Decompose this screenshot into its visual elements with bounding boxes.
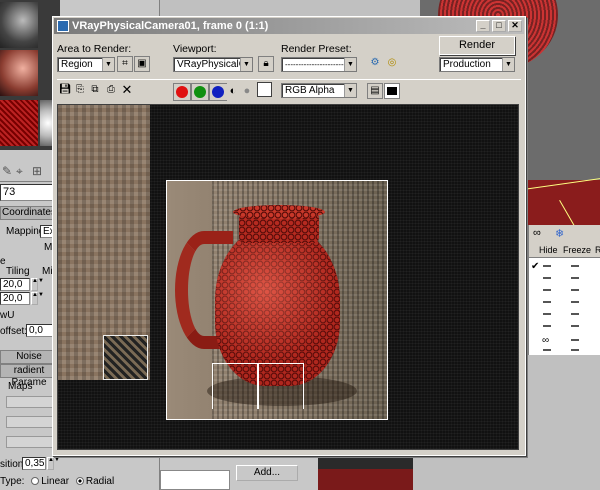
lock-icon[interactable]: 🔒︎: [258, 56, 274, 72]
chevron-down-icon: ▼: [102, 58, 114, 71]
chevron-down-icon: ▼: [240, 58, 252, 71]
mirror-label: Mi: [42, 266, 53, 277]
object-list[interactable]: [160, 470, 230, 490]
type-linear-label: Linear: [41, 476, 70, 487]
save-image-icon[interactable]: 💾︎: [57, 83, 73, 99]
map-slot-2[interactable]: [6, 416, 54, 428]
window-title: VRayPhysicalCamera01, frame 0 (1:1): [72, 20, 269, 32]
noise-rollout[interactable]: Noise: [0, 350, 58, 364]
print-image-icon[interactable]: ⎙: [103, 83, 119, 99]
map-slot-3[interactable]: [6, 436, 54, 448]
production-select[interactable]: Production ▼: [439, 57, 515, 72]
monochrome-icon[interactable]: ●: [239, 84, 255, 100]
vase-lip: [233, 205, 325, 219]
type-label: Type:: [0, 476, 25, 487]
red-channel-button[interactable]: [173, 83, 191, 101]
color-swatch[interactable]: [257, 82, 272, 97]
auto-region-icon[interactable]: ▣: [134, 56, 150, 72]
close-button[interactable]: ✕: [508, 20, 522, 32]
col-hide[interactable]: Hide: [539, 245, 558, 255]
material-slot-3[interactable]: [0, 100, 38, 146]
select-icon[interactable]: ⊞: [32, 164, 42, 178]
offset-label: offset:: [0, 326, 28, 337]
bucket-marker: [103, 335, 148, 380]
tiling-label: Tiling: [6, 266, 30, 277]
material-toolbar: ✎ ⌖ ⊞: [0, 160, 60, 182]
chevron-down-icon: ▼: [502, 58, 514, 71]
col-r[interactable]: R: [595, 245, 600, 255]
clone-frame-icon[interactable]: ⧉: [87, 83, 103, 99]
viewport-label: Viewport:: [173, 43, 217, 55]
maximize-button[interactable]: □: [492, 20, 506, 32]
toggle-ui-icon[interactable]: [384, 83, 400, 99]
render-button[interactable]: Render: [439, 36, 515, 55]
render-preset-label: Render Preset:: [281, 43, 352, 55]
green-channel-button[interactable]: [191, 83, 209, 101]
tiling-u-spinner[interactable]: ▲▼: [31, 278, 44, 291]
freeze-icon[interactable]: ❄: [555, 227, 564, 240]
material-slot-2[interactable]: [0, 50, 38, 96]
layer-columns-header: Hide Freeze R: [529, 243, 600, 258]
infinity-icon[interactable]: ∞: [533, 227, 541, 239]
check-icon[interactable]: ✔: [531, 261, 539, 272]
link-icon[interactable]: ∞: [542, 335, 549, 346]
material-slots: [0, 0, 60, 150]
render-region-image: [166, 180, 388, 420]
material-name-field[interactable]: 73: [0, 184, 54, 201]
layer-manager: ∞ ❄ Hide Freeze R ✔ ∞: [528, 225, 600, 355]
clear-icon[interactable]: ✕: [119, 83, 135, 99]
bucket-marker: [258, 363, 304, 409]
type-radial-radio[interactable]: [75, 477, 84, 485]
title-bar[interactable]: VRayPhysicalCamera01, frame 0 (1:1) _ □ …: [54, 18, 524, 34]
tiling-v-spinner[interactable]: ▲▼: [31, 292, 44, 305]
area-to-render-select[interactable]: Region ▼: [57, 57, 115, 72]
display-alpha-icon[interactable]: ▤: [367, 83, 383, 99]
render-frame-window: VRayPhysicalCamera01, frame 0 (1:1) _ □ …: [52, 16, 526, 456]
bottom-viewport[interactable]: [318, 455, 413, 490]
pick-icon[interactable]: ⌖: [16, 164, 23, 179]
type-radial-label: Radial: [85, 476, 115, 487]
col-freeze[interactable]: Freeze: [563, 245, 591, 255]
map-slot-1[interactable]: [6, 396, 54, 408]
wu-label: wU: [0, 310, 15, 321]
material-slot-1[interactable]: [0, 2, 38, 48]
tool-icon[interactable]: ✎: [2, 164, 12, 178]
type-row: Type: Linear Radial: [0, 476, 114, 487]
type-linear-radio[interactable]: [31, 477, 40, 485]
e-label: e: [0, 256, 6, 267]
render-setup-icon[interactable]: ⚙: [367, 56, 383, 72]
window-app-icon: [57, 20, 69, 32]
environment-icon[interactable]: ◎: [384, 56, 400, 72]
chevron-down-icon: ▼: [344, 84, 356, 97]
vase-body: [215, 226, 340, 386]
gradient-params-rollout[interactable]: radient Parame: [0, 364, 58, 388]
layer-toolbar: ∞ ❄: [529, 225, 600, 243]
area-to-render-label: Area to Render:: [57, 43, 132, 55]
add-button[interactable]: Add...: [236, 465, 298, 481]
position-input[interactable]: 0,35: [22, 457, 46, 470]
minimize-button[interactable]: _: [476, 20, 490, 32]
render-preset-select[interactable]: ------------------------- ▼: [281, 57, 357, 72]
coordinates-rollout[interactable]: Coordinates: [0, 206, 58, 220]
chevron-down-icon: ▼: [344, 58, 356, 71]
bucket-marker: [212, 363, 258, 409]
maps-label: Maps: [8, 381, 33, 392]
channel-display-select[interactable]: RGB Alpha ▼: [281, 83, 357, 98]
edit-region-icon[interactable]: ⌗: [117, 56, 133, 72]
tiling-u-input[interactable]: 20,0: [0, 278, 30, 291]
offset-input[interactable]: 0,0: [26, 324, 54, 337]
tiling-v-input[interactable]: 20,0: [0, 292, 30, 305]
position-spinner[interactable]: ▲▼: [47, 457, 60, 470]
copy-image-icon[interactable]: ⎘: [72, 83, 88, 99]
render-canvas[interactable]: [57, 104, 519, 450]
viewport-select[interactable]: VRayPhysicalCam ▼: [173, 57, 253, 72]
